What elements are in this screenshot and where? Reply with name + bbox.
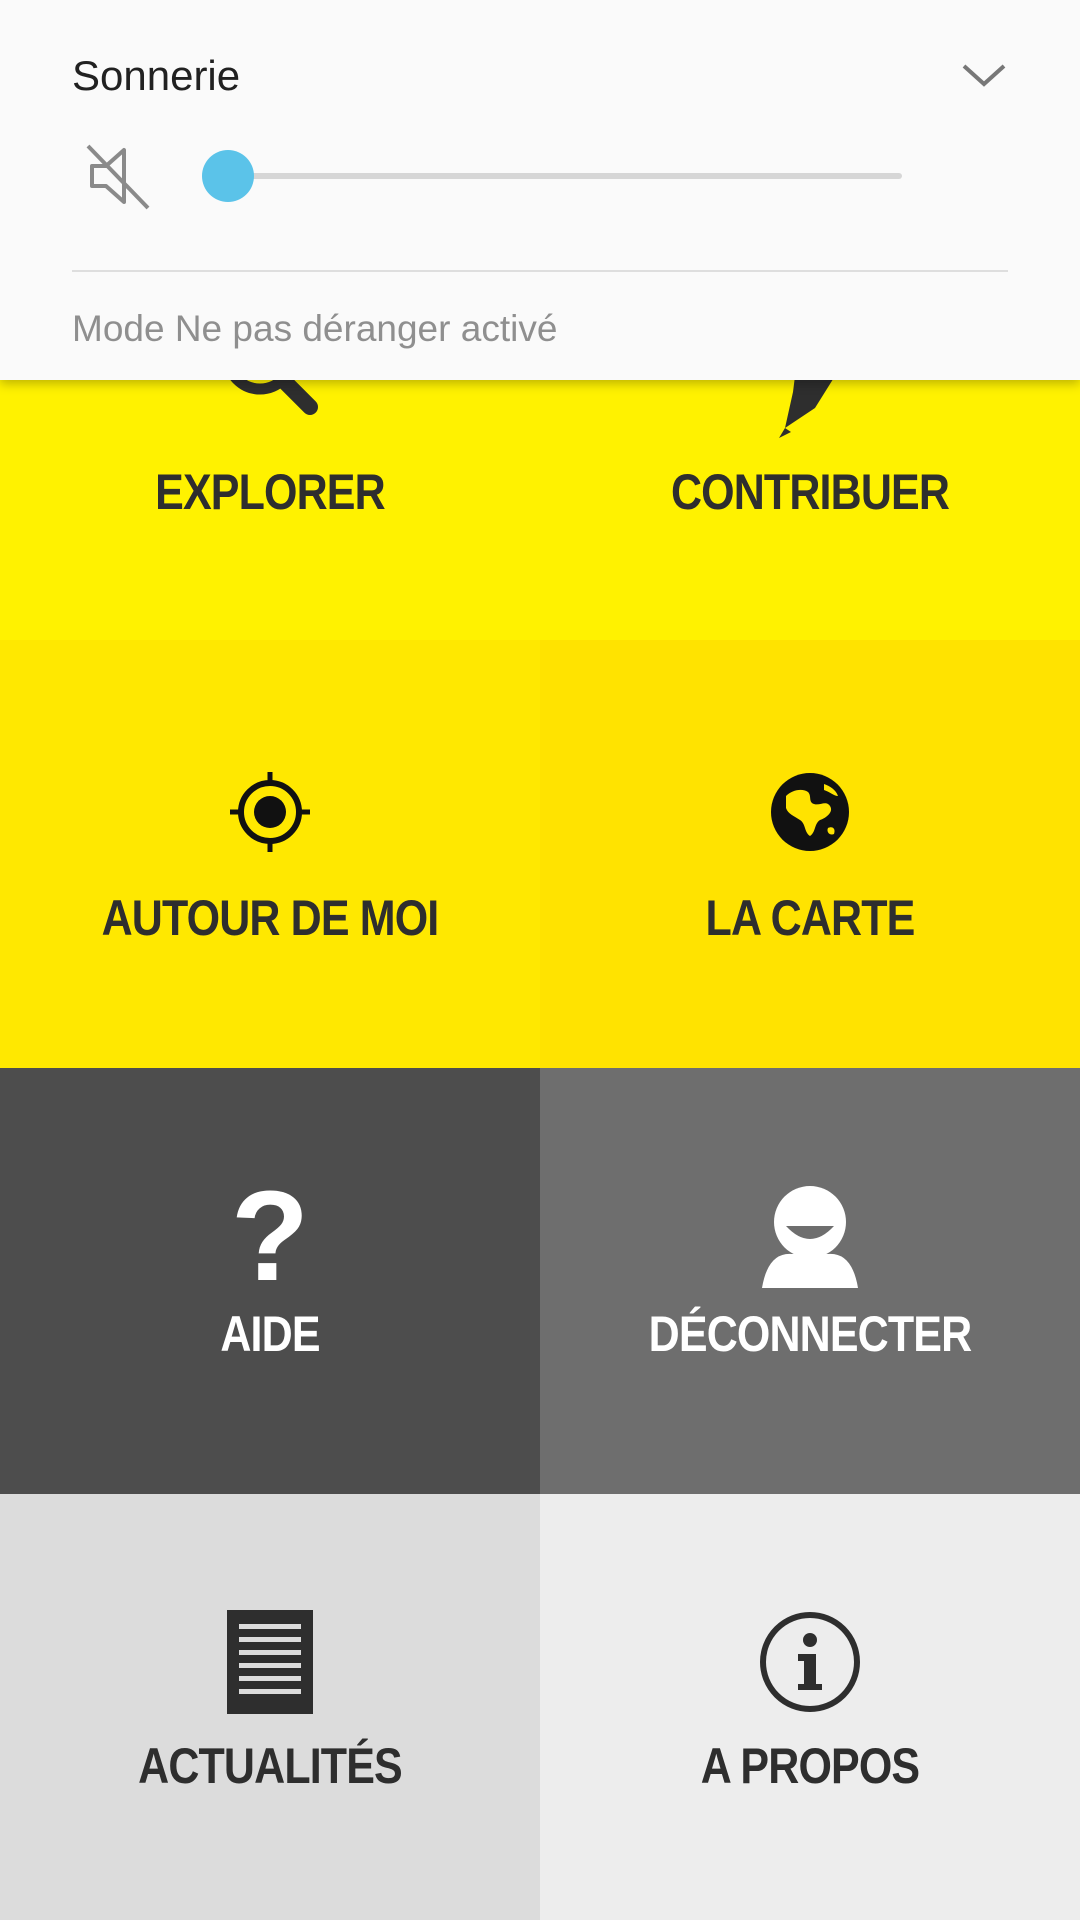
volume-slider-track	[228, 173, 902, 179]
tile-a-propos-label: A PROPOS	[700, 1738, 920, 1794]
globe-icon	[540, 770, 1080, 854]
tile-a-propos[interactable]: A PROPOS	[540, 1494, 1080, 1920]
volume-panel-title: Sonnerie	[72, 52, 241, 99]
tile-actualites-label: ACTUALITÉS	[138, 1738, 403, 1794]
document-lines-icon	[0, 1610, 540, 1714]
tile-deconnecter-label: DÉCONNECTER	[648, 1306, 972, 1362]
dnd-status-text: Mode Ne pas déranger activé	[72, 308, 558, 349]
tile-autour-de-moi-label: AUTOUR DE MOI	[101, 890, 440, 946]
target-location-icon	[0, 770, 540, 854]
tile-autour-de-moi[interactable]: AUTOUR DE MOI	[0, 640, 540, 1068]
speaker-muted-icon[interactable]	[84, 140, 156, 212]
divider	[72, 270, 1008, 272]
tile-la-carte[interactable]: LA CARTE	[540, 640, 1080, 1068]
volume-panel: Sonnerie Mode Ne pas déranger activé	[0, 0, 1080, 380]
tile-aide-label: AIDE	[220, 1306, 320, 1362]
volume-slider-thumb[interactable]	[202, 150, 254, 202]
info-icon	[540, 1610, 1080, 1714]
question-mark-icon: ?	[230, 1165, 310, 1308]
app-screen: EXPLORER CONTRIBUER AUTOUR DE MOI LA CAR…	[0, 0, 1080, 1920]
tile-la-carte-label: LA CARTE	[705, 890, 916, 946]
tile-contribuer-label: CONTRIBUER	[670, 464, 950, 520]
tile-deconnecter[interactable]: DÉCONNECTER	[540, 1068, 1080, 1494]
tile-actualites[interactable]: ACTUALITÉS	[0, 1494, 540, 1920]
user-icon	[540, 1182, 1080, 1292]
volume-slider[interactable]	[202, 150, 902, 202]
pen-icon	[540, 370, 1080, 440]
tile-aide[interactable]: ? AIDE	[0, 1068, 540, 1494]
tile-explorer-label: EXPLORER	[155, 464, 386, 520]
chevron-down-icon[interactable]	[958, 58, 1010, 90]
